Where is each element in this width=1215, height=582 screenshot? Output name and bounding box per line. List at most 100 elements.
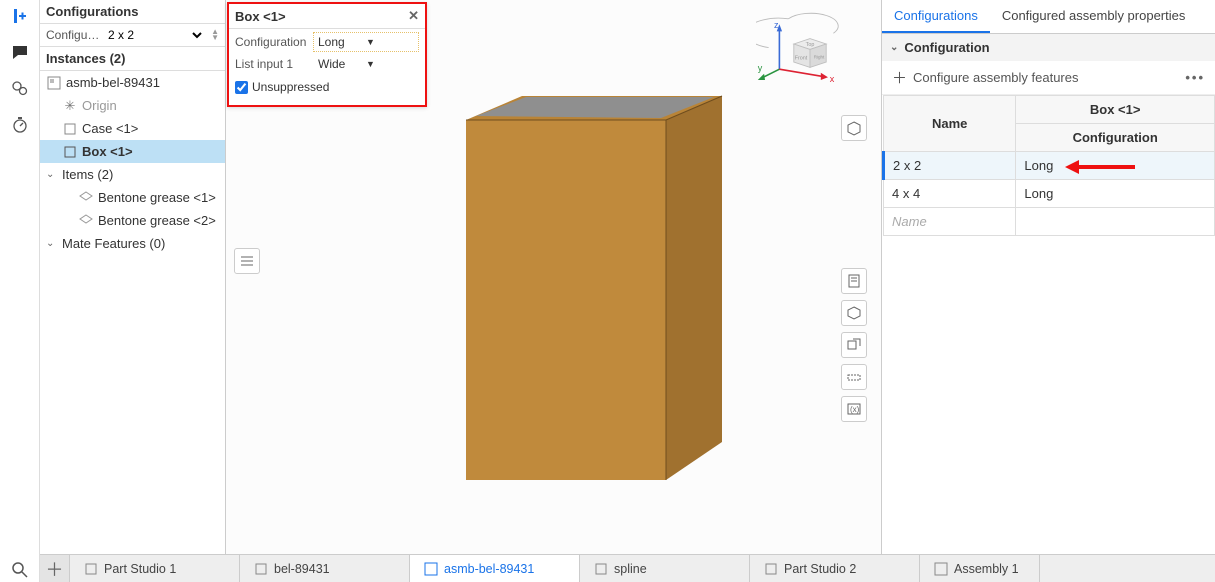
feature-tree-panel: Configurations Configurati... 2 x 2 ▲▼ I… xyxy=(40,0,226,582)
chevron-down-icon: ⌄ xyxy=(890,42,898,53)
list-field-select[interactable]: Wide▼ xyxy=(313,54,419,74)
right-configuration-panel: Configurations Configured assembly prope… xyxy=(881,0,1215,582)
instance-tree: asmb-bel-89431 ✳ Origin Case <1> Box <1>… xyxy=(40,71,225,582)
svg-text:Right: Right xyxy=(814,54,825,59)
document-tabs: ＋ Part Studio 1 bel-89431 asmb-bel-89431… xyxy=(40,554,1215,582)
items-label: Items (2) xyxy=(62,167,113,182)
unsuppressed-label: Unsuppressed xyxy=(252,80,329,94)
part-studio-icon xyxy=(764,562,778,576)
rendered-box xyxy=(446,40,726,500)
add-tab-button[interactable]: ＋ xyxy=(40,555,70,582)
viewport-side-tools: (x) xyxy=(841,268,867,422)
chevron-down-icon: ▼ xyxy=(366,37,414,47)
3d-viewport[interactable]: Box <1> ✕ Configuration Long▼ List input… xyxy=(226,0,881,582)
close-icon[interactable]: ✕ xyxy=(408,8,419,24)
chevron-down-icon: ⌄ xyxy=(46,238,58,249)
comments-icon[interactable] xyxy=(8,40,32,64)
column-part-header: Box <1> xyxy=(1016,96,1215,124)
tab-spline[interactable]: spline xyxy=(580,555,750,582)
config-row-4x4[interactable]: 4 x 4 Long xyxy=(884,180,1215,208)
config-row-new[interactable]: Name xyxy=(884,208,1215,236)
tree-grease-1[interactable]: Bentone grease <1> xyxy=(40,186,225,209)
view-mode-button[interactable]: ▾ xyxy=(841,115,867,141)
tab-part-studio-2[interactable]: Part Studio 2 xyxy=(750,555,920,582)
svg-text:y: y xyxy=(758,63,763,73)
svg-text:(x): (x) xyxy=(850,405,860,414)
stopwatch-icon[interactable] xyxy=(8,112,32,136)
part-studio-icon xyxy=(594,562,608,576)
instances-header: Instances (2) xyxy=(40,47,225,71)
assembly-icon xyxy=(424,562,438,576)
tree-grease-2[interactable]: Bentone grease <2> xyxy=(40,209,225,232)
right-panel-tabs: Configurations Configured assembly prope… xyxy=(882,0,1215,34)
part-studio-icon xyxy=(84,562,98,576)
chevron-down-icon: ▼ xyxy=(366,59,414,69)
app-left-toolbar xyxy=(0,0,40,582)
config-row-2x2[interactable]: 2 x 2 Long xyxy=(884,152,1215,180)
part-studio-icon xyxy=(254,562,268,576)
tab-part-studio-1[interactable]: Part Studio 1 xyxy=(70,555,240,582)
grease2-label: Bentone grease <2> xyxy=(98,213,216,228)
assembly-icon xyxy=(934,562,948,576)
case-label: Case <1> xyxy=(82,121,138,136)
box-properties-popover: Box <1> ✕ Configuration Long▼ List input… xyxy=(227,2,427,107)
config-field-label: Configuration xyxy=(235,35,313,49)
config-stepper[interactable]: ▲▼ xyxy=(211,29,219,41)
tab-bel-89431[interactable]: bel-89431 xyxy=(240,555,410,582)
tree-case[interactable]: Case <1> xyxy=(40,117,225,140)
chevron-down-icon: ⌄ xyxy=(46,169,58,180)
part-icon xyxy=(78,190,94,206)
tree-origin[interactable]: ✳ Origin xyxy=(40,94,225,117)
tool-variables-icon[interactable]: (x) xyxy=(841,396,867,422)
svg-text:z: z xyxy=(774,20,779,30)
column-name-header: Name xyxy=(884,96,1016,152)
list-field-label: List input 1 xyxy=(235,57,313,71)
config-name-cell[interactable]: 4 x 4 xyxy=(884,180,1016,208)
svg-text:Front: Front xyxy=(795,55,808,61)
config-placeholder-cell[interactable]: Name xyxy=(884,208,1016,236)
svg-text:x: x xyxy=(830,74,835,84)
tab-configurations[interactable]: Configurations xyxy=(882,0,990,33)
tool-isometric-icon[interactable] xyxy=(841,300,867,326)
gears-icon[interactable] xyxy=(8,76,32,100)
configuration-table: Name Box <1> Configuration 2 x 2 Long 4 … xyxy=(882,95,1215,236)
configurations-header: Configurations xyxy=(40,0,225,24)
tree-box[interactable]: Box <1> xyxy=(40,140,225,163)
unsuppressed-checkbox[interactable] xyxy=(235,81,248,94)
svg-text:Top: Top xyxy=(806,42,815,48)
configure-assembly-label[interactable]: Configure assembly features xyxy=(913,70,1078,85)
tool-sheet-icon[interactable] xyxy=(841,268,867,294)
tree-assembly-root[interactable]: asmb-bel-89431 xyxy=(40,71,225,94)
configuration-label: Configurati... xyxy=(46,28,100,42)
more-options-icon[interactable]: ••• xyxy=(1185,70,1205,85)
origin-label: Origin xyxy=(82,98,117,113)
tab-assembly-1[interactable]: Assembly 1 xyxy=(920,555,1040,582)
tree-mate-folder[interactable]: ⌄ Mate Features (0) xyxy=(40,232,225,255)
part-icon xyxy=(78,213,94,229)
configuration-section-title: Configuration xyxy=(904,40,989,55)
search-icon[interactable] xyxy=(8,558,32,582)
tool-section-icon[interactable] xyxy=(841,332,867,358)
feature-list-icon[interactable] xyxy=(234,248,260,274)
config-value-cell[interactable]: Long xyxy=(1016,180,1215,208)
grease1-label: Bentone grease <1> xyxy=(98,190,216,205)
configuration-select[interactable]: 2 x 2 xyxy=(104,27,205,43)
tree-items-folder[interactable]: ⌄ Items (2) xyxy=(40,163,225,186)
origin-icon: ✳ xyxy=(62,98,78,114)
tab-configured-properties[interactable]: Configured assembly properties xyxy=(990,0,1198,33)
config-field-select[interactable]: Long▼ xyxy=(313,32,419,52)
view-triad[interactable]: Top Front Right z y x xyxy=(756,8,846,98)
configure-assembly-row: ＋ Configure assembly features ••• xyxy=(882,61,1215,95)
box-label: Box <1> xyxy=(82,144,133,159)
assembly-icon xyxy=(46,75,62,91)
annotation-arrow xyxy=(1065,158,1135,176)
assembly-label: asmb-bel-89431 xyxy=(66,75,160,90)
config-name-cell[interactable]: 2 x 2 xyxy=(884,152,1016,180)
tool-measure-icon[interactable] xyxy=(841,364,867,390)
plus-icon[interactable]: ＋ xyxy=(892,67,907,88)
tab-asmb-bel-89431[interactable]: asmb-bel-89431 xyxy=(410,555,580,582)
popover-title: Box <1> xyxy=(235,9,286,24)
configuration-selector-row: Configurati... 2 x 2 ▲▼ xyxy=(40,24,225,47)
insert-icon[interactable] xyxy=(8,4,32,28)
configuration-section-header[interactable]: ⌄ Configuration xyxy=(882,34,1215,61)
